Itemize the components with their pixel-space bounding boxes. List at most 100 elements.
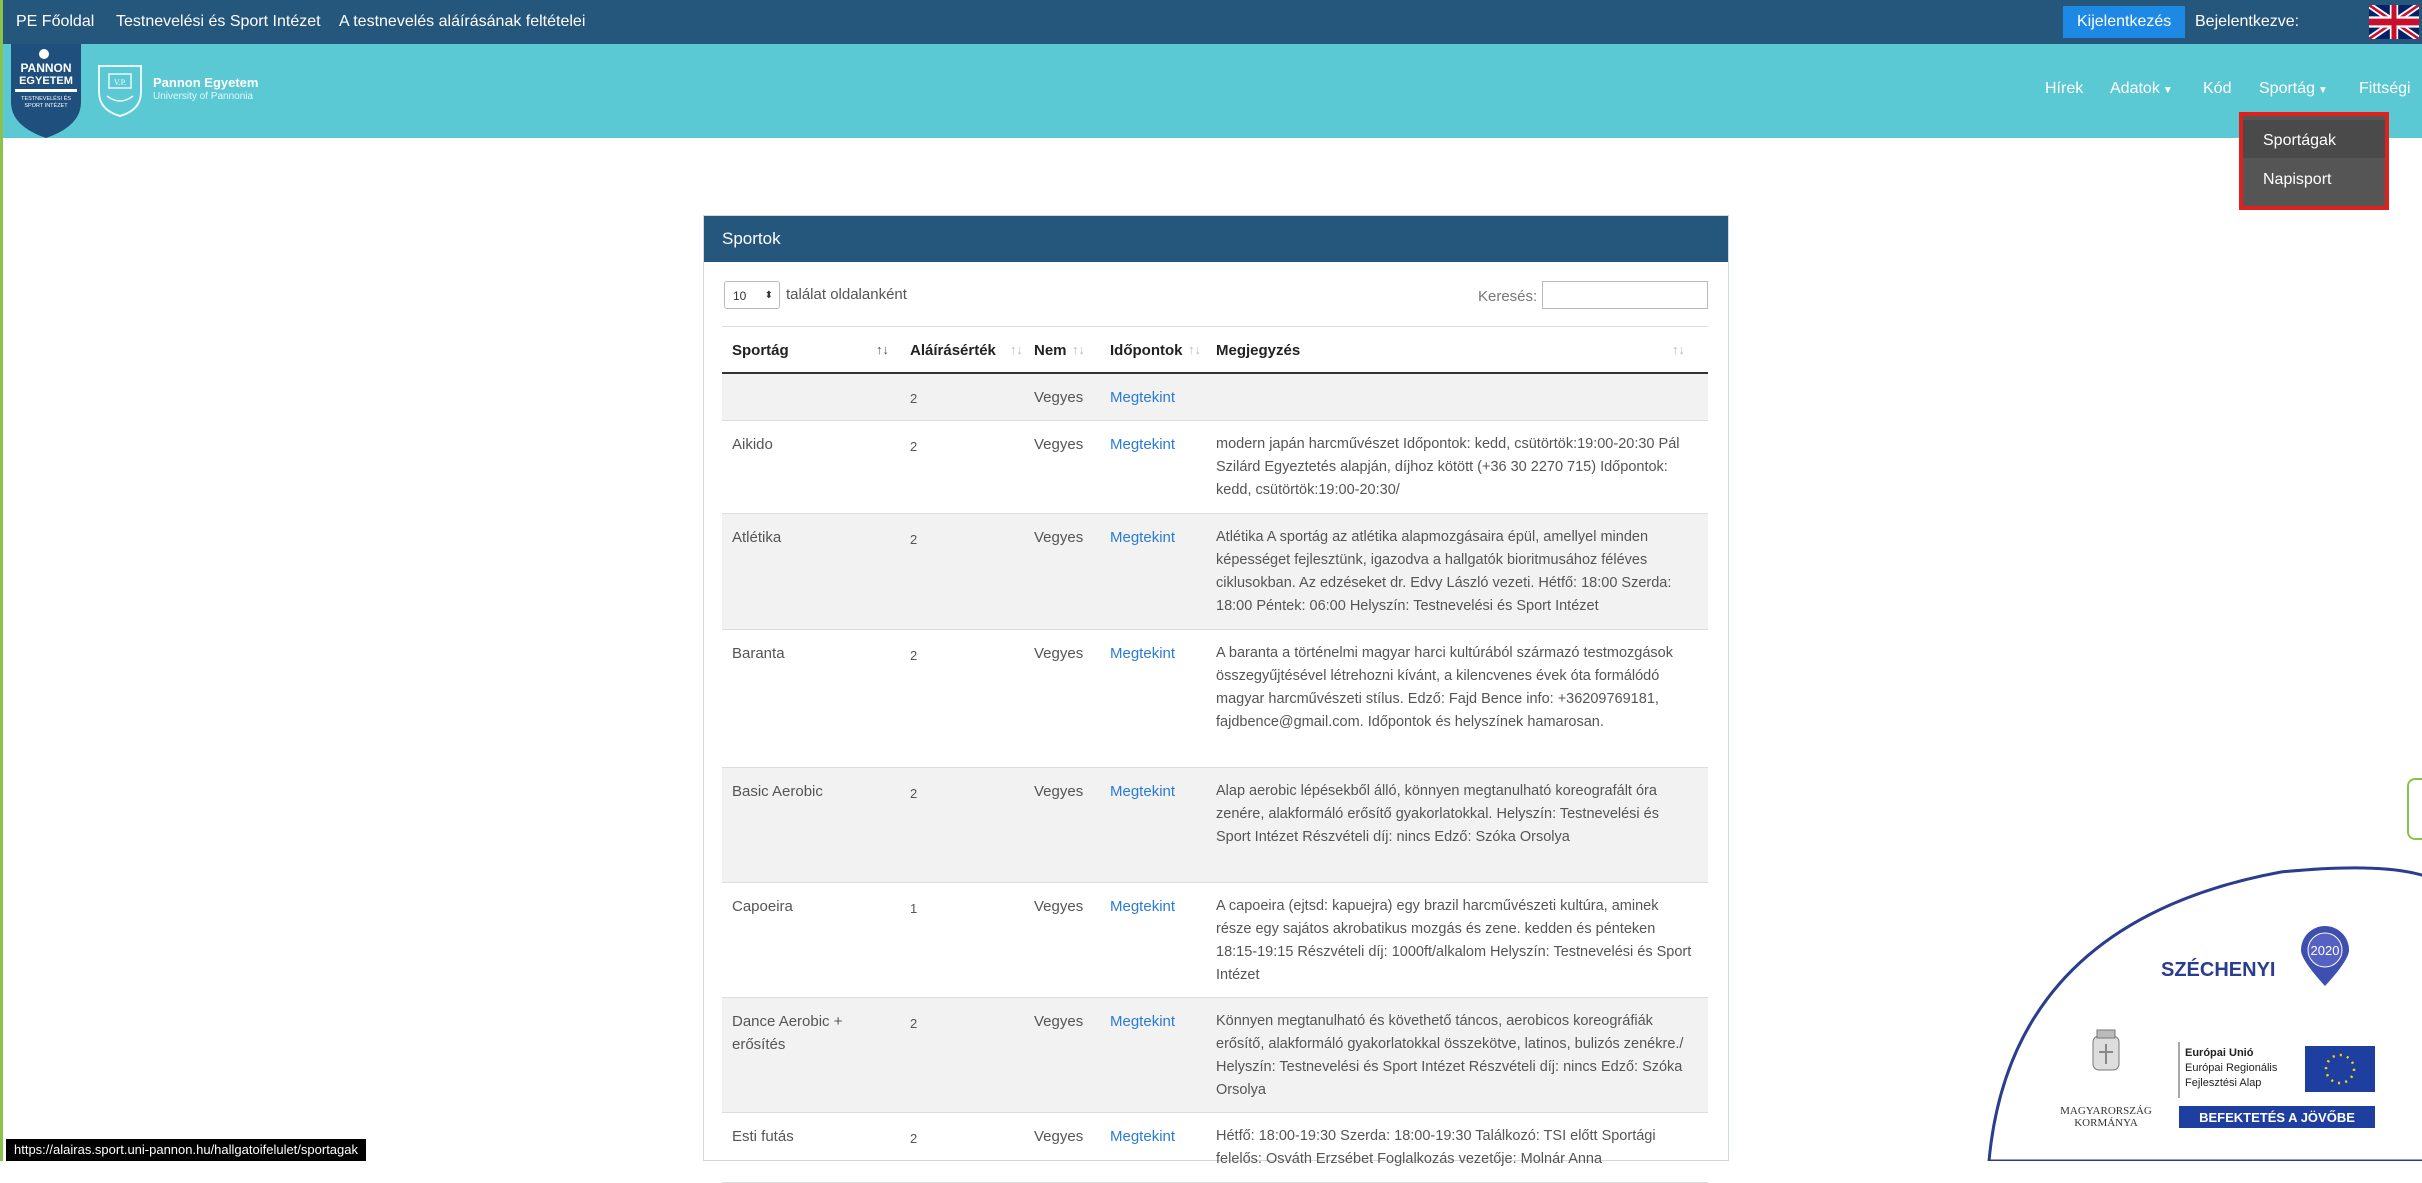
table-row: Capoeira 1 Vegyes Megtekint A capoeira (… bbox=[722, 883, 1708, 998]
szechenyi-title: SZÉCHENYI bbox=[2161, 958, 2275, 981]
svg-text:PANNON: PANNON bbox=[20, 61, 71, 75]
table-row: Aikido 2 Vegyes Megtekint modern japán h… bbox=[722, 421, 1708, 514]
page-length-value: 10 bbox=[733, 289, 747, 303]
cell-sport: Basic Aerobic bbox=[732, 783, 823, 800]
page-length-select[interactable]: 10 ⬍ bbox=[724, 281, 780, 309]
pe-home-link[interactable]: PE Főoldal bbox=[16, 13, 94, 31]
cell-note: A capoeira (ejtsd: kapuejra) egy brazil … bbox=[1216, 898, 1692, 983]
cell-sport: Baranta bbox=[732, 645, 785, 662]
szechenyi-year: 2020 bbox=[2311, 943, 2340, 958]
uk-flag-icon[interactable] bbox=[2369, 5, 2419, 39]
table-row: Basic Aerobic 2 Vegyes Megtekint Alap ae… bbox=[722, 768, 1708, 883]
search-input[interactable] bbox=[1542, 281, 1708, 309]
link-status-bar: https://alairas.sport.uni-pannon.hu/hall… bbox=[6, 1139, 366, 1161]
sport-institute-link[interactable]: Testnevelési és Sport Intézet bbox=[116, 13, 321, 31]
column-header-megjegyzes[interactable]: Megjegyzés bbox=[1216, 342, 1300, 359]
table-header: Sportág ↑↓ Aláírásérték ↑↓ Nem ↑↓ Időpon… bbox=[722, 326, 1708, 374]
svg-text:EGYETEM: EGYETEM bbox=[19, 75, 73, 87]
column-header-alairasertek[interactable]: Aláírásérték bbox=[910, 342, 996, 359]
table-row: Dance Aerobic + erősítés 2 Vegyes Megtek… bbox=[722, 998, 1708, 1113]
signature-conditions-link[interactable]: A testnevelés aláírásának feltételei bbox=[339, 13, 585, 31]
view-times-link[interactable]: Megtekint bbox=[1110, 436, 1175, 453]
nav-code[interactable]: Kód bbox=[2203, 80, 2231, 98]
view-times-link[interactable]: Megtekint bbox=[1110, 1013, 1175, 1030]
cell-sport: Dance Aerobic + erősítés bbox=[732, 1013, 843, 1053]
cell-sport: Aikido bbox=[732, 436, 773, 453]
cell-gender: Vegyes bbox=[1034, 783, 1084, 800]
szechenyi-2020-badge: SZÉCHENYI 2020 MAGYARORSZÁG KORMÁNYA Eur… bbox=[1987, 866, 2422, 1161]
cell-value: 2 bbox=[910, 786, 918, 801]
table-row: Esti futás 2 Vegyes Megtekint Hétfő: 18:… bbox=[722, 1113, 1708, 1183]
column-header-idopontok[interactable]: Időpontok bbox=[1110, 342, 1182, 359]
sort-icon[interactable]: ↑↓ bbox=[1672, 342, 1685, 357]
table-row: Atlétika 2 Vegyes Megtekint Atlétika A s… bbox=[722, 514, 1708, 630]
cell-sport: Capoeira bbox=[732, 898, 793, 915]
view-times-link[interactable]: Megtekint bbox=[1110, 389, 1175, 406]
eu-line-1: Európai Unió bbox=[2185, 1047, 2254, 1059]
view-times-link[interactable]: Megtekint bbox=[1110, 1128, 1175, 1145]
nav-code-label: Kód bbox=[2203, 80, 2232, 97]
cell-sport: Atlétika bbox=[732, 529, 782, 546]
cell-gender: Vegyes bbox=[1034, 1013, 1084, 1030]
sort-icon[interactable]: ↑↓ bbox=[1188, 342, 1201, 357]
cell-note: A baranta a történelmi magyar harci kult… bbox=[1216, 645, 1673, 730]
caret-down-icon: ▼ bbox=[2318, 85, 2328, 96]
cell-note: Hétfő: 18:00-19:30 Szerda: 18:00-19:30 T… bbox=[1216, 1128, 1656, 1167]
sort-asc-icon[interactable]: ↑↓ bbox=[876, 342, 889, 357]
cell-note: modern japán harcművészet Időpontok: ked… bbox=[1216, 436, 1680, 498]
nav-news-label: Hírek bbox=[2045, 80, 2084, 97]
view-times-link[interactable]: Megtekint bbox=[1110, 529, 1175, 546]
government-line-1: MAGYARORSZÁG bbox=[2060, 1105, 2152, 1117]
cell-note: Könnyen megtanulható és követhető táncos… bbox=[1216, 1013, 1684, 1098]
column-header-sportag[interactable]: Sportág bbox=[732, 342, 789, 359]
eu-line-3: Fejlesztési Alap bbox=[2185, 1077, 2261, 1089]
university-subtitle: University of Pannonia bbox=[153, 91, 254, 102]
nav-fitness[interactable]: Fittségi bbox=[2359, 80, 2411, 98]
logged-in-label: Bejelentkezve: bbox=[2195, 13, 2300, 30]
cell-gender: Vegyes bbox=[1034, 1128, 1084, 1145]
cell-value: 2 bbox=[910, 648, 918, 663]
cell-note: Atlétika A sportág az atlétika alapmozgá… bbox=[1216, 529, 1672, 614]
cell-gender: Vegyes bbox=[1034, 529, 1084, 546]
pannon-shield-logo[interactable]: PANNON EGYETEM TESTNEVELÉSI ÉS SPORT INT… bbox=[11, 44, 81, 138]
cell-gender: Vegyes bbox=[1034, 436, 1084, 453]
panel-title: Sportok bbox=[704, 216, 1728, 262]
sort-icon[interactable]: ↑↓ bbox=[1072, 342, 1085, 357]
cell-value: 2 bbox=[910, 439, 918, 454]
dropdown-item-napisport[interactable]: Napisport bbox=[2263, 171, 2331, 189]
svg-text:SPORT INTÉZET: SPORT INTÉZET bbox=[24, 102, 68, 109]
view-times-link[interactable]: Megtekint bbox=[1110, 783, 1175, 800]
top-bar: PE Főoldal Testnevelési és Sport Intézet… bbox=[3, 0, 2422, 44]
cell-value: 2 bbox=[910, 391, 918, 406]
nav-news[interactable]: Hírek bbox=[2045, 80, 2083, 98]
university-name: Pannon Egyetem bbox=[153, 75, 259, 90]
nav-data[interactable]: Adatok ▼ bbox=[2110, 80, 2173, 98]
cell-sport: Esti futás bbox=[732, 1128, 794, 1145]
nav-sport[interactable]: Sportág ▼ bbox=[2259, 80, 2328, 98]
sort-icon[interactable]: ↑↓ bbox=[1010, 342, 1023, 357]
eu-line-2: Európai Regionális bbox=[2185, 1062, 2278, 1074]
cell-gender: Vegyes bbox=[1034, 389, 1084, 406]
nav-data-label: Adatok bbox=[2110, 80, 2160, 97]
column-header-nem[interactable]: Nem bbox=[1034, 342, 1067, 359]
cell-note: Alap aerobic lépésekből álló, könnyen me… bbox=[1216, 783, 1660, 845]
nav-sport-label: Sportág bbox=[2259, 80, 2316, 97]
logout-button[interactable]: Kijelentkezés bbox=[2063, 6, 2186, 38]
page-length-label: találat oldalanként bbox=[786, 286, 907, 303]
cell-gender: Vegyes bbox=[1034, 898, 1084, 915]
search-label: Keresés: bbox=[1478, 288, 1538, 305]
view-times-link[interactable]: Megtekint bbox=[1110, 645, 1175, 662]
cell-value: 2 bbox=[910, 532, 918, 547]
table-row: Baranta 2 Vegyes Megtekint A baranta a t… bbox=[722, 630, 1708, 768]
side-chat-tab[interactable] bbox=[2407, 778, 2422, 840]
dropdown-item-sportagak[interactable]: Sportágak bbox=[2263, 132, 2336, 150]
cell-gender: Vegyes bbox=[1034, 645, 1084, 662]
sport-dropdown-menu: Sportágak Napisport bbox=[2239, 112, 2389, 210]
hungarian-coat-of-arms-icon bbox=[2092, 1029, 2120, 1071]
eu-flag-icon bbox=[2305, 1046, 2375, 1092]
site-header: PANNON EGYETEM TESTNEVELÉSI ÉS SPORT INT… bbox=[3, 44, 2422, 138]
government-line-2: KORMÁNYA bbox=[2074, 1117, 2138, 1129]
svg-text:V.P.: V.P. bbox=[114, 78, 126, 87]
svg-text:TESTNEVELÉSI ÉS: TESTNEVELÉSI ÉS bbox=[21, 95, 71, 102]
view-times-link[interactable]: Megtekint bbox=[1110, 898, 1175, 915]
